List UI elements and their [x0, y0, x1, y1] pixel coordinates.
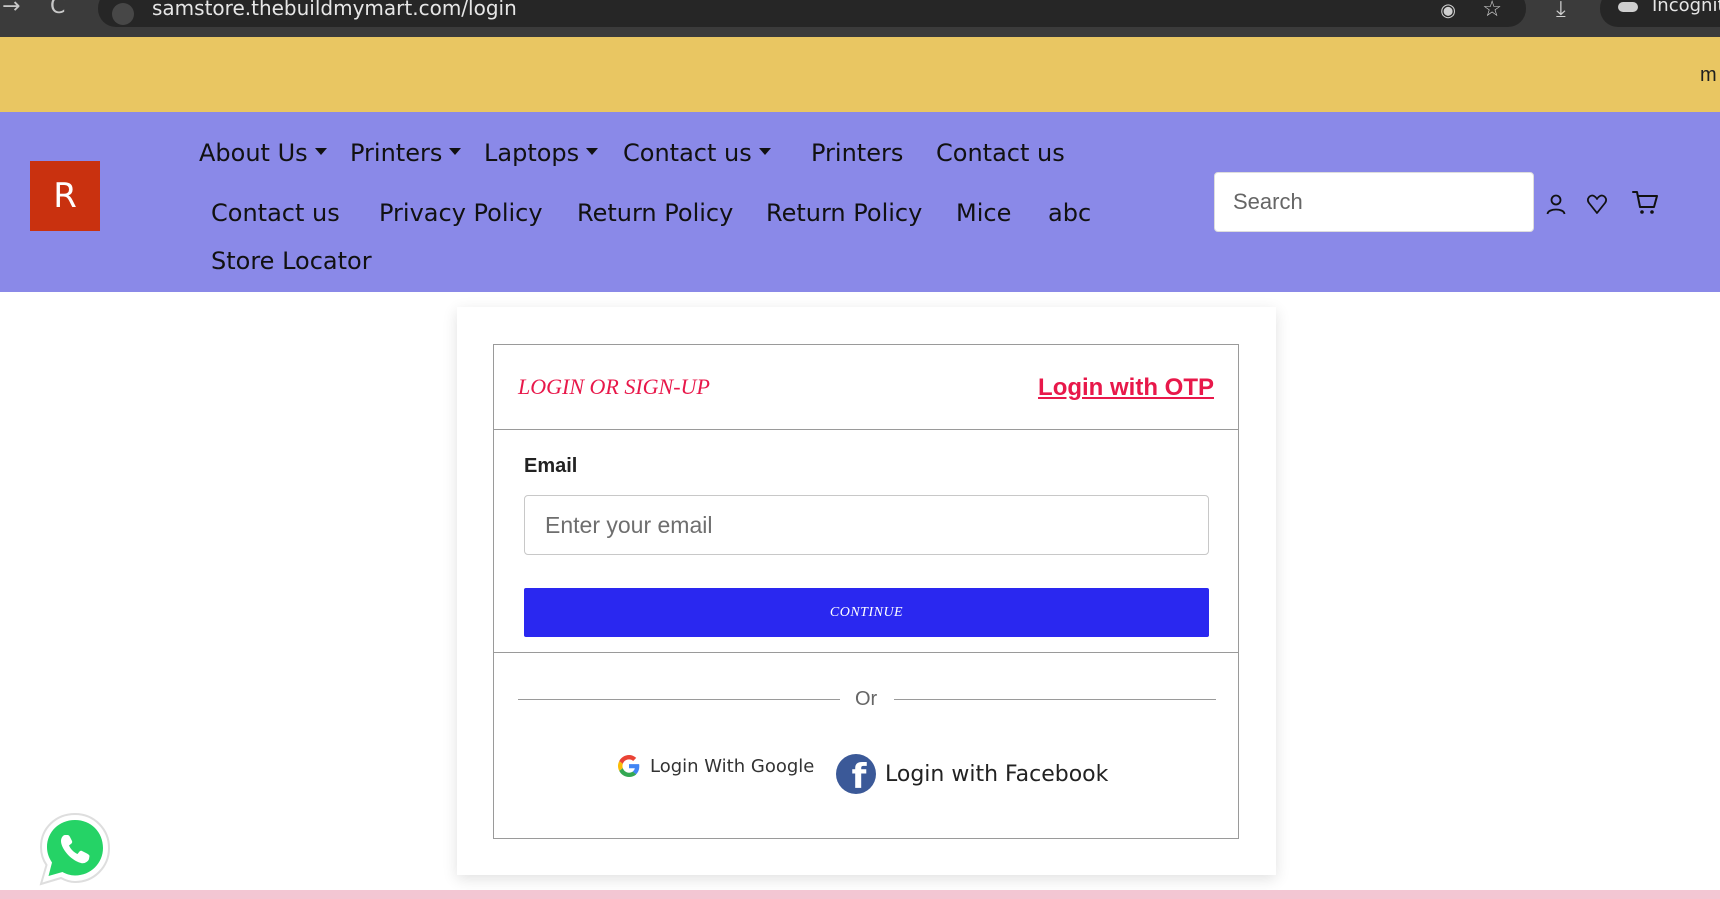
nav-mice[interactable]: Mice: [956, 199, 1011, 227]
browser-toolbar: → C samstore.thebuildmymart.com/login ◉ …: [0, 0, 1720, 37]
site-info-icon[interactable]: [112, 3, 134, 25]
incognito-badge[interactable]: Incognito: [1600, 0, 1720, 27]
whatsapp-icon[interactable]: [36, 810, 114, 888]
footer-edge: [0, 890, 1720, 899]
back-arrow-icon[interactable]: →: [2, 0, 20, 19]
chevron-down-icon: [449, 147, 462, 155]
search-box[interactable]: [1214, 172, 1534, 232]
announcement-text: m: [1700, 64, 1717, 86]
google-icon: [618, 755, 640, 777]
login-title: LOGIN OR SIGN-UP: [518, 374, 710, 399]
login-card-header: LOGIN OR SIGN-UP Login with OTP: [494, 345, 1238, 430]
or-divider-right: [894, 699, 1216, 700]
site-logo[interactable]: R: [30, 161, 100, 231]
reload-icon[interactable]: C: [50, 0, 65, 19]
site-header: R About Us Printers Laptops Contact us P…: [0, 112, 1720, 292]
facebook-label: Login with Facebook: [885, 761, 1109, 787]
google-label: Login With Google: [650, 755, 815, 777]
nav-contact-us[interactable]: Contact us: [211, 199, 340, 227]
or-divider-left: [518, 699, 840, 700]
chevron-down-icon: [758, 147, 771, 155]
url-text[interactable]: samstore.thebuildmymart.com/login: [152, 0, 517, 20]
eye-off-icon[interactable]: ◉: [1440, 0, 1456, 21]
or-label: Or: [855, 688, 878, 710]
nav-printers[interactable]: Printers: [811, 139, 903, 167]
nav-return-policy[interactable]: Return Policy: [766, 199, 922, 227]
login-with-facebook-button[interactable]: f Login with Facebook: [836, 754, 1108, 794]
incognito-icon: [1618, 2, 1638, 12]
nav-label: Printers: [350, 139, 443, 167]
nav-store-locator[interactable]: Store Locator: [211, 247, 372, 275]
user-icon[interactable]: [1544, 192, 1568, 216]
nav-printers-dropdown[interactable]: Printers: [350, 139, 462, 167]
chevron-down-icon: [586, 147, 599, 155]
login-with-otp-link[interactable]: Login with OTP: [1038, 374, 1214, 402]
facebook-icon: f: [836, 754, 876, 794]
nav-contact-dropdown[interactable]: Contact us: [623, 139, 771, 167]
nav-label: Laptops: [484, 139, 580, 167]
login-with-google-button[interactable]: Login With Google: [618, 755, 814, 777]
address-bar[interactable]: samstore.thebuildmymart.com/login ◉ ☆: [98, 0, 1526, 27]
email-field[interactable]: [524, 495, 1209, 555]
nav-abc[interactable]: abc: [1048, 199, 1091, 227]
chevron-down-icon: [314, 147, 327, 155]
nav-about-us[interactable]: About Us: [199, 139, 327, 167]
bookmark-star-icon[interactable]: ☆: [1482, 0, 1502, 22]
email-label: Email: [524, 455, 578, 477]
download-icon[interactable]: ⤓: [1556, 0, 1566, 22]
nav-contact-us[interactable]: Contact us: [936, 139, 1065, 167]
nav-label: Contact us: [623, 139, 752, 167]
nav-privacy-policy[interactable]: Privacy Policy: [379, 199, 543, 227]
nav-return-policy[interactable]: Return Policy: [577, 199, 733, 227]
section-divider: [494, 652, 1238, 653]
incognito-label: Incognito: [1652, 0, 1720, 16]
nav-label: About Us: [199, 139, 308, 167]
email-input[interactable]: [543, 496, 1207, 554]
cart-icon[interactable]: [1631, 188, 1659, 216]
announcement-bar: m: [0, 37, 1720, 112]
login-card: LOGIN OR SIGN-UP Login with OTP Email CO…: [493, 344, 1239, 839]
continue-button[interactable]: CONTINUE: [524, 588, 1209, 637]
nav-laptops-dropdown[interactable]: Laptops: [484, 139, 599, 167]
search-input[interactable]: [1231, 173, 1525, 231]
heart-icon[interactable]: [1585, 192, 1609, 216]
